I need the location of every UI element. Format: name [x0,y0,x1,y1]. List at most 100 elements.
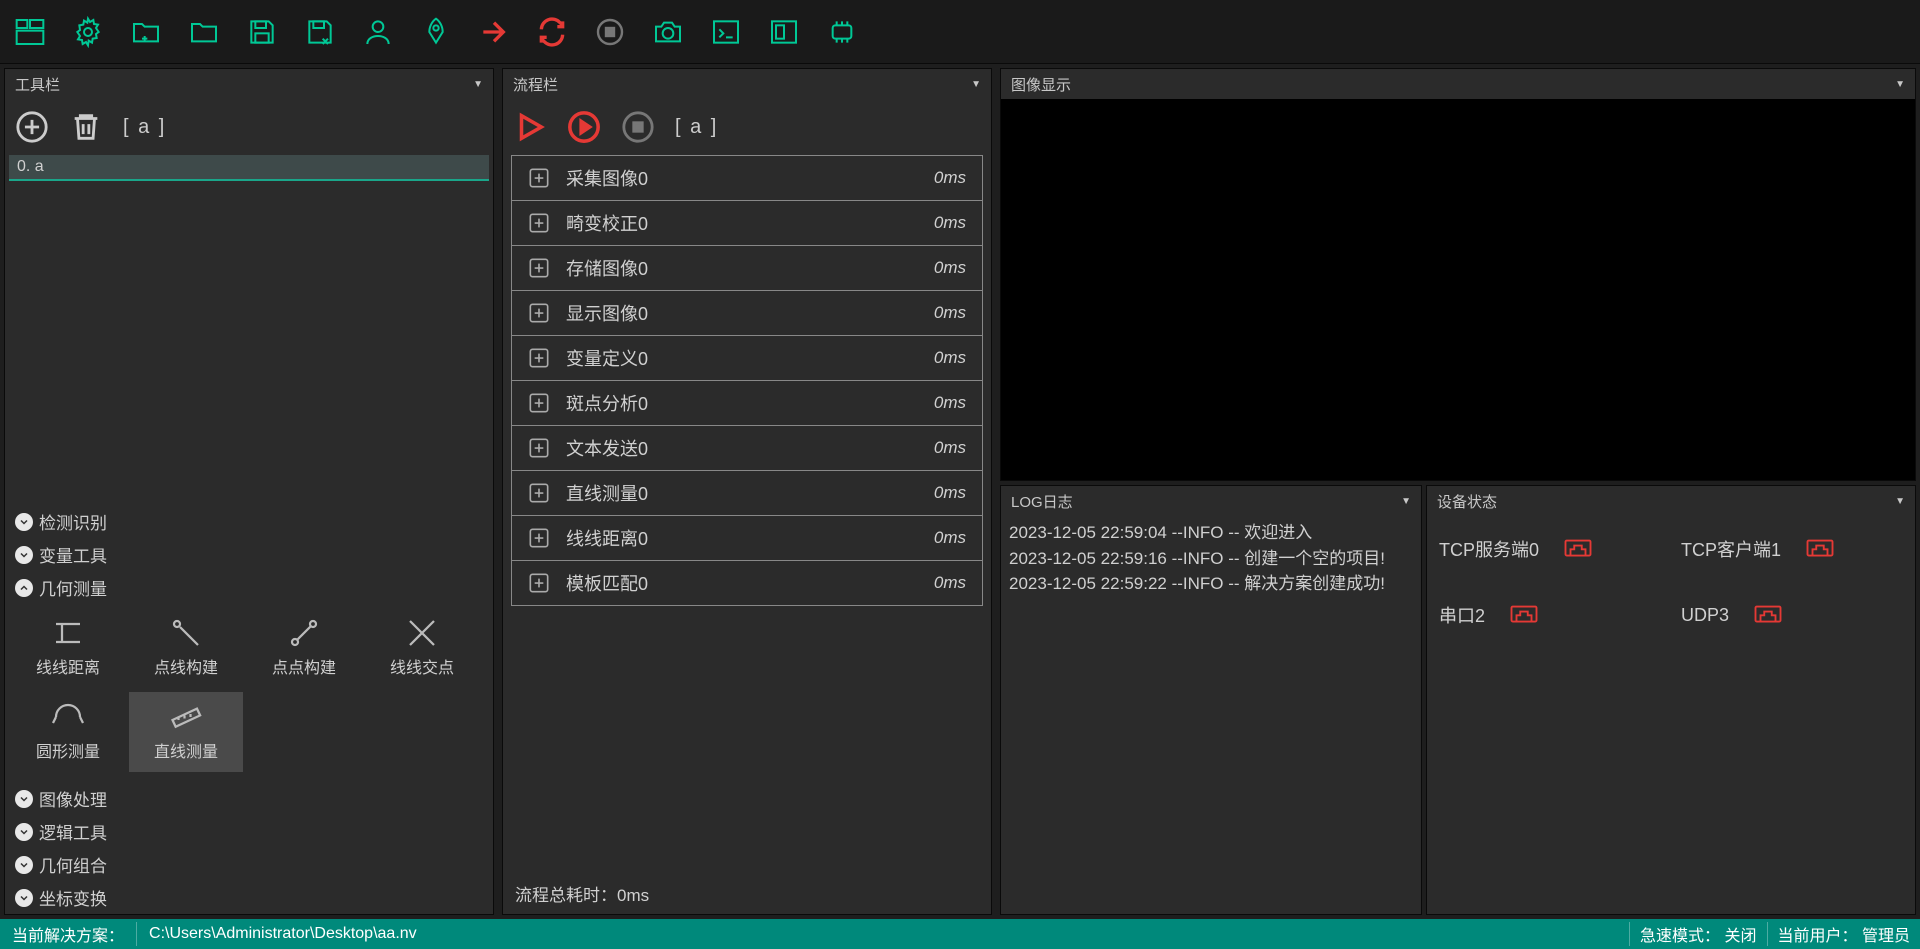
image-display-panel: 图像显示 ▼ [1000,68,1916,481]
gear-icon[interactable] [66,10,110,54]
step-icon [512,300,566,326]
tool-label: 直线测量 [154,738,218,762]
flow-step[interactable]: 直线测量00ms [511,470,983,516]
tool-圆形测量[interactable]: 圆形测量 [11,692,125,772]
chevron-down-icon [15,856,33,874]
device-item[interactable]: TCP客户端1 [1681,536,1903,562]
device-item[interactable]: TCP服务端0 [1439,536,1661,562]
dropdown-icon[interactable]: ▼ [473,79,483,90]
folder-open-button[interactable] [124,10,168,54]
device-name: TCP客户端1 [1681,536,1781,562]
step-icon [512,345,566,371]
camera-button[interactable] [646,10,690,54]
flow-step[interactable]: 显示图像00ms [511,290,983,336]
rocket-button[interactable] [414,10,458,54]
step-name: 直线测量0 [566,480,892,506]
category-label: 几何测量 [39,575,107,600]
rapid-label: 急速模式： [1640,928,1720,945]
step-icon [512,210,566,236]
main-toolbar [0,0,1920,64]
category-检测识别[interactable]: 检测识别 [5,505,493,538]
chevron-down-icon [15,546,33,564]
user-button[interactable] [356,10,400,54]
dropdown-icon[interactable]: ▼ [1895,496,1905,507]
tool-label: 圆形测量 [36,738,100,762]
log-panel: LOG日志▼ 2023-12-05 22:59:04 --INFO -- 欢迎进… [1000,485,1422,915]
category-变量工具[interactable]: 变量工具 [5,538,493,571]
flow-step[interactable]: 变量定义00ms [511,335,983,381]
console-button[interactable] [704,10,748,54]
save-button[interactable] [240,10,284,54]
tool-线线距离[interactable]: 线线距离 [11,608,125,688]
tool-icon [168,618,204,648]
stop-button[interactable] [588,10,632,54]
category-逻辑工具[interactable]: 逻辑工具 [5,815,493,848]
chevron-up-icon [15,579,33,597]
device-item[interactable]: UDP3 [1681,602,1903,628]
layout-button[interactable] [8,10,52,54]
save-as-button[interactable] [298,10,342,54]
flow-step[interactable]: 斑点分析00ms [511,380,983,426]
log-title: LOG日志 [1011,491,1073,512]
step-time: 0ms [892,393,982,413]
step-name: 采集图像0 [566,165,892,191]
loop-button[interactable] [530,10,574,54]
step-name: 线线距离0 [566,525,892,551]
tool-点点构建[interactable]: 点点构建 [247,608,361,688]
flow-stop-button[interactable] [621,110,655,144]
status-bar: 当前解决方案： C:\Users\Administrator\Desktop\a… [0,919,1920,949]
step-name: 显示图像0 [566,300,892,326]
delete-button[interactable] [69,110,103,144]
dropdown-icon[interactable]: ▼ [1401,496,1411,507]
flow-step[interactable]: 采集图像00ms [511,155,983,201]
step-icon [512,165,566,191]
flow-step[interactable]: 存储图像00ms [511,245,983,291]
flow-step[interactable]: 文本发送00ms [511,425,983,471]
panel-button[interactable] [762,10,806,54]
tool-直线测量[interactable]: 直线测量 [129,692,243,772]
tool-icon [404,618,440,648]
dropdown-icon[interactable]: ▼ [971,79,981,90]
category-label: 图像处理 [39,786,107,811]
run-arrow-button[interactable] [472,10,516,54]
flow-step[interactable]: 畸变校正00ms [511,200,983,246]
folder-button[interactable] [182,10,226,54]
add-button[interactable] [15,110,49,144]
category-label: 检测识别 [39,509,107,534]
category-label: 逻辑工具 [39,819,107,844]
category-几何组合[interactable]: 几何组合 [5,848,493,881]
step-icon [512,435,566,461]
user-value: 管理员 [1862,928,1910,945]
step-icon [512,525,566,551]
ethernet-icon [1563,538,1593,560]
device-name: UDP3 [1681,605,1729,626]
tool-点线构建[interactable]: 点线构建 [129,608,243,688]
category-图像处理[interactable]: 图像处理 [5,782,493,815]
right-column: 图像显示▼ LOG日志▼ 2023-12-05 22:59:04 --INFO … [1000,68,1916,915]
dropdown-icon[interactable]: ▼ [1895,79,1905,90]
category-list: 检测识别变量工具几何测量线线距离点线构建点点构建线线交点圆形测量 直线测量图像处理… [5,505,493,914]
image-canvas[interactable] [1001,99,1915,480]
step-icon [512,570,566,596]
image-display-title: 图像显示 [1011,74,1071,95]
chevron-down-icon [15,889,33,907]
tool-icon [50,618,86,648]
play-button[interactable] [513,110,547,144]
step-name: 存储图像0 [566,255,892,281]
chevron-down-icon [15,790,33,808]
device-item[interactable]: 串口2 [1439,602,1661,628]
step-name: 斑点分析0 [566,390,892,416]
tool-item[interactable]: 0. a [9,155,489,181]
flow-bracket: [ a ] [675,116,718,139]
category-坐标变换[interactable]: 坐标变换 [5,881,493,914]
category-几何测量[interactable]: 几何测量 [5,571,493,604]
device-name: TCP服务端0 [1439,536,1539,562]
ethernet-icon [1753,604,1783,626]
step-time: 0ms [892,348,982,368]
flow-step[interactable]: 模板匹配00ms [511,560,983,606]
play-loop-button[interactable] [567,110,601,144]
flow-step[interactable]: 线线距离00ms [511,515,983,561]
chip-button[interactable] [820,10,864,54]
step-time: 0ms [892,258,982,278]
tool-线线交点[interactable]: 线线交点 [365,608,479,688]
